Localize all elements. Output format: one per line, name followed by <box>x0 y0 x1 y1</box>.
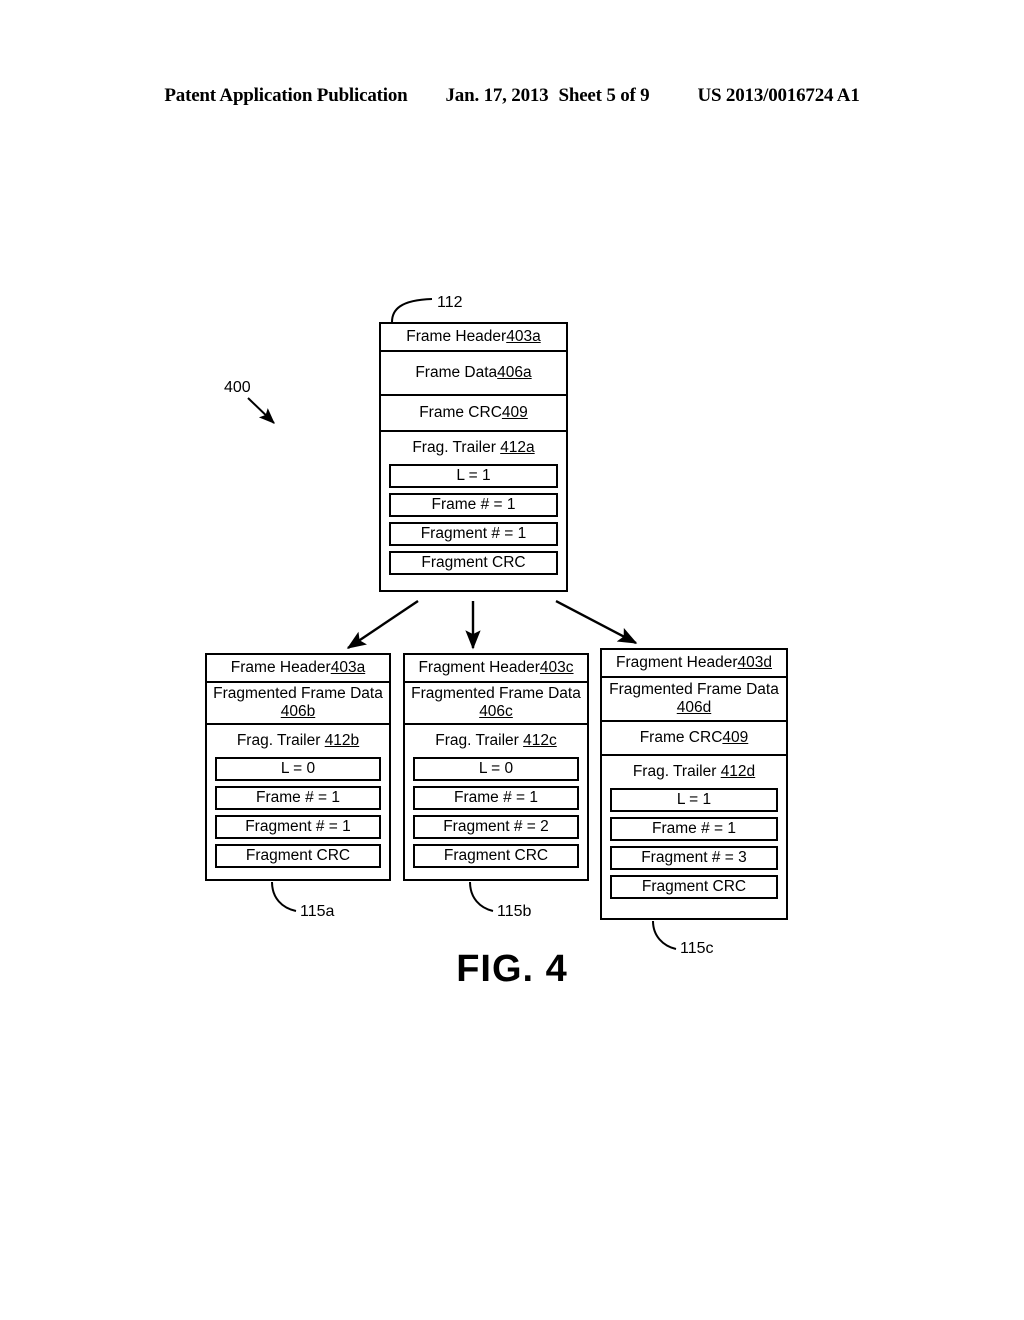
fragmented-frame-data-label: Fragmented Frame Data <box>411 685 581 703</box>
fragmented-frame-data-row: Fragmented Frame Data 406c <box>405 683 587 725</box>
leader-line-112 <box>391 298 433 323</box>
frame-data-label: Frame Data <box>415 364 498 382</box>
figure-caption: FIG. 4 <box>456 948 568 990</box>
fragment-header-ref: 403d <box>737 654 772 672</box>
frame-crc-ref: 409 <box>722 729 749 747</box>
trailer-field-length: L = 0 <box>215 757 381 781</box>
frame-data-ref: 406a <box>497 364 532 382</box>
frag-trailer-title: Frag. Trailer 412a <box>381 432 566 464</box>
fragment-header-ref: 403a <box>330 659 366 677</box>
frag-trailer-ref: 412b <box>324 732 360 749</box>
frag-trailer-ref: 412d <box>720 763 756 780</box>
frame-header-row: Frame Header 403a <box>381 324 566 352</box>
frag-trailer-title: Frag. Trailer 412b <box>207 725 389 757</box>
trailer-field-fragment-crc: Fragment CRC <box>610 875 778 899</box>
fragment-header-ref: 403c <box>539 659 574 677</box>
frame-block-112: Frame Header 403a Frame Data 406a Frame … <box>379 322 568 592</box>
frag-trailer-area: Frag. Trailer 412c L = 0 Frame # = 1 Fra… <box>405 725 587 881</box>
fragment-header-row: Fragment Header 403c <box>405 655 587 683</box>
fragmented-frame-data-label: Fragmented Frame Data <box>609 681 779 699</box>
arrow-to-fragment-115a <box>346 600 419 649</box>
arrow-to-fragment-115c <box>555 599 638 645</box>
frame-header-ref: 403a <box>506 328 541 346</box>
trailer-field-fragment-number: Fragment # = 2 <box>413 815 579 839</box>
fragment-header-row: Frame Header 403a <box>207 655 389 683</box>
trailer-field-fragment-crc: Fragment CRC <box>215 844 381 868</box>
frame-crc-label: Frame CRC <box>639 729 723 747</box>
leader-line-115c <box>652 920 677 950</box>
fragment-block-115b: Fragment Header 403c Fragmented Frame Da… <box>403 653 589 881</box>
frag-trailer-area: Frag. Trailer 412a L = 1 Frame # = 1 Fra… <box>381 432 566 592</box>
trailer-field-fragment-number: Fragment # = 1 <box>215 815 381 839</box>
fragmented-frame-data-ref: 406d <box>676 699 712 716</box>
frame-crc-ref: 409 <box>501 404 528 422</box>
frag-trailer-ref: 412c <box>523 732 557 749</box>
trailer-field-fragment-number: Fragment # = 3 <box>610 846 778 870</box>
frame-crc-label: Frame CRC <box>419 404 502 422</box>
frag-trailer-area: Frag. Trailer 412b L = 0 Frame # = 1 Fra… <box>207 725 389 881</box>
figure-4-diagram: 112 400 115a 115b 115c Frame Header 403a… <box>0 0 1024 1320</box>
leader-line-115b <box>469 881 494 912</box>
frag-trailer-label: Frag. Trailer <box>412 439 501 456</box>
trailer-field-length: L = 1 <box>389 464 558 488</box>
fragment-header-label: Frame Header <box>230 659 331 677</box>
trailer-field-frame-number: Frame # = 1 <box>215 786 381 810</box>
trailer-field-length: L = 0 <box>413 757 579 781</box>
frame-data-row: Frame Data 406a <box>381 352 566 396</box>
trailer-field-fragment-number: Fragment # = 1 <box>389 522 558 546</box>
trailer-field-frame-number: Frame # = 1 <box>389 493 558 517</box>
frame-crc-row: Frame CRC 409 <box>602 722 786 756</box>
trailer-field-frame-number: Frame # = 1 <box>610 817 778 841</box>
frame-header-label: Frame Header <box>406 328 507 346</box>
trailer-field-fragment-crc: Fragment CRC <box>413 844 579 868</box>
fragment-header-label: Fragment Header <box>418 659 540 677</box>
trailer-field-frame-number: Frame # = 1 <box>413 786 579 810</box>
frag-trailer-label: Frag. Trailer <box>632 763 721 780</box>
fragmented-frame-data-label: Fragmented Frame Data <box>213 685 383 703</box>
fragment-block-115a: Frame Header 403a Fragmented Frame Data 4… <box>205 653 391 881</box>
reference-numeral-115a: 115a <box>300 903 335 920</box>
trailer-field-fragment-crc: Fragment CRC <box>389 551 558 575</box>
leader-line-115a <box>271 881 297 912</box>
pointer-arrow-400 <box>247 397 275 424</box>
fragment-header-row: Fragment Header 403d <box>602 650 786 678</box>
reference-numeral-400: 400 <box>224 379 251 396</box>
fragmented-frame-data-ref: 406c <box>479 703 513 720</box>
frag-trailer-label: Frag. Trailer <box>435 732 524 749</box>
reference-numeral-112: 112 <box>437 294 463 311</box>
fragment-header-label: Fragment Header <box>616 654 738 672</box>
frag-trailer-title: Frag. Trailer 412d <box>602 756 786 788</box>
fragmented-frame-data-ref: 406b <box>280 703 316 720</box>
frag-trailer-label: Frag. Trailer <box>236 732 325 749</box>
frag-trailer-area: Frag. Trailer 412d L = 1 Frame # = 1 Fra… <box>602 756 786 920</box>
frag-trailer-title: Frag. Trailer 412c <box>405 725 587 757</box>
reference-numeral-115b: 115b <box>497 903 532 920</box>
frame-crc-row: Frame CRC 409 <box>381 396 566 432</box>
fragment-block-115c: Fragment Header 403d Fragmented Frame Da… <box>600 648 788 920</box>
frag-trailer-ref: 412a <box>500 439 535 456</box>
fragmented-frame-data-row: Fragmented Frame Data 406b <box>207 683 389 725</box>
trailer-field-length: L = 1 <box>610 788 778 812</box>
fragmented-frame-data-row: Fragmented Frame Data 406d <box>602 678 786 722</box>
